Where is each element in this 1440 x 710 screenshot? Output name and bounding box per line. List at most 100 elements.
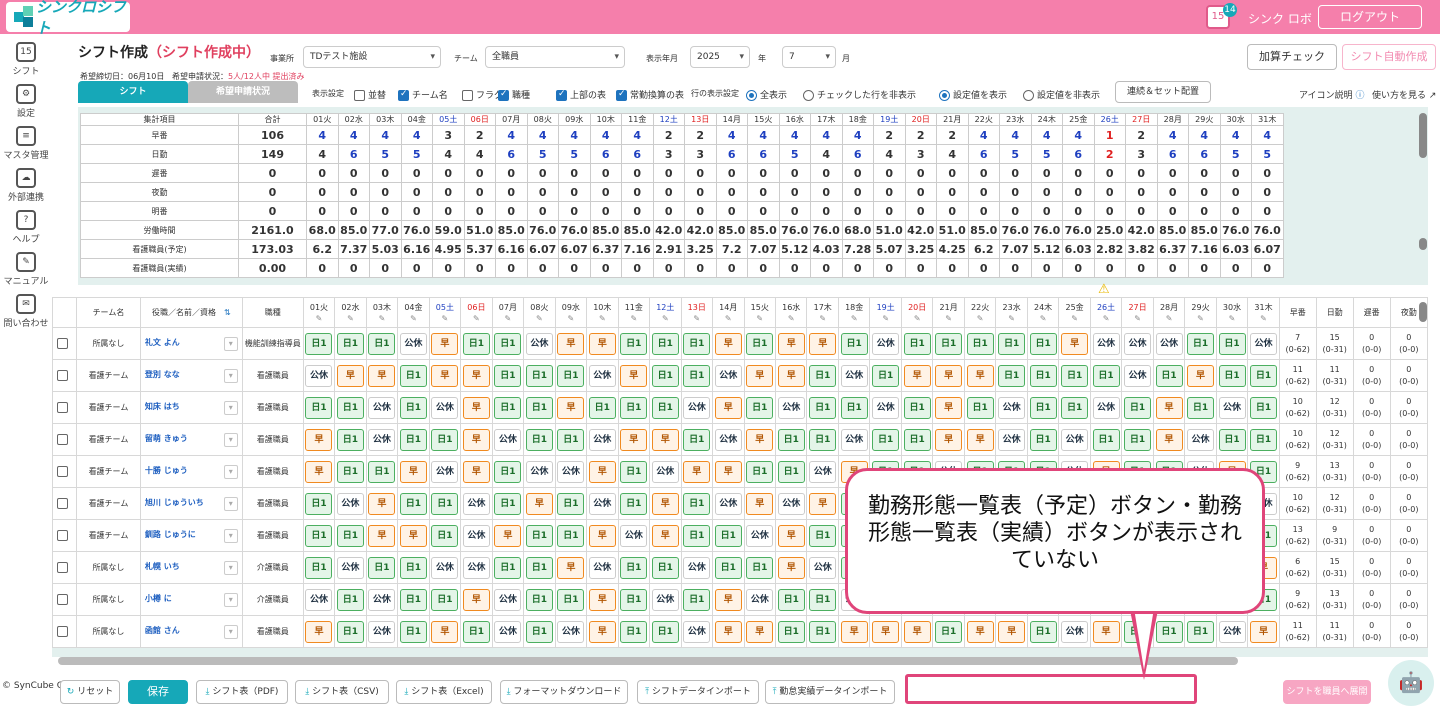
shift-cell[interactable]: 早 <box>806 487 839 520</box>
edit-pencil-icon[interactable]: ✎ <box>756 314 763 323</box>
shift-cell[interactable]: 公休 <box>428 391 462 424</box>
staff-name[interactable]: 知床 はち ▾ <box>139 391 243 424</box>
checkbox-icon[interactable] <box>462 90 473 101</box>
shift-cell[interactable]: 日1 <box>806 583 839 616</box>
edit-pencil-icon[interactable]: ✎ <box>819 314 826 323</box>
shift-cell[interactable]: 日1 <box>617 391 651 424</box>
shift-cell[interactable]: 日1 <box>554 423 588 456</box>
staff-name[interactable]: 函館 さん ▾ <box>139 615 243 648</box>
edit-pencil-icon[interactable]: ✎ <box>1229 314 1236 323</box>
shift-cell[interactable]: 日1 <box>680 583 714 616</box>
shift-cell[interactable]: 日1 <box>712 551 745 584</box>
shift-cell[interactable]: 公休 <box>428 551 462 584</box>
shift-cell[interactable]: 早 <box>397 455 430 488</box>
edit-pencil-icon[interactable]: ✎ <box>442 314 449 323</box>
shift-cell[interactable]: 日1 <box>334 327 367 360</box>
shift-cell[interactable]: 公休 <box>523 327 556 360</box>
shift-cell[interactable]: 日1 <box>491 551 525 584</box>
shift-cell[interactable]: 公休 <box>491 423 525 456</box>
shift-cell[interactable]: 早 <box>837 615 871 648</box>
shift-cell[interactable]: 日1 <box>523 359 556 392</box>
shift-cell[interactable]: 日1 <box>302 391 336 424</box>
edit-pencil-icon[interactable]: ✎ <box>1071 314 1078 323</box>
shift-cell[interactable]: 日1 <box>554 359 588 392</box>
staff-name[interactable]: 留萌 きゅう ▾ <box>139 423 243 456</box>
shift-cell[interactable]: 日1 <box>680 519 714 552</box>
summary-scrollbar[interactable] <box>1419 113 1427 158</box>
row-checkbox[interactable] <box>57 530 69 541</box>
shift-cell[interactable]: 日1 <box>397 551 430 584</box>
shift-cell[interactable]: 早 <box>963 615 997 648</box>
shift-cell[interactable]: 日1 <box>1215 327 1249 360</box>
shift-cell[interactable]: 公休 <box>334 487 367 520</box>
display-option-checkbox[interactable]: 職種 <box>498 88 530 101</box>
shift-cell[interactable]: 早 <box>712 615 745 648</box>
grid-day-header[interactable]: 13日 ✎ <box>680 297 714 328</box>
shift-cell[interactable]: 早 <box>523 487 556 520</box>
grid-day-header[interactable]: 22火 ✎ <box>963 297 997 328</box>
staff-name[interactable]: 釧路 じゅうに ▾ <box>139 519 243 552</box>
shift-cell[interactable]: 早 <box>743 615 776 648</box>
warning-icon[interactable]: ⚠ <box>1098 282 1110 297</box>
shift-cell[interactable]: 公休 <box>586 487 619 520</box>
shift-cell[interactable]: 日1 <box>523 615 556 648</box>
shift-cell[interactable]: 早 <box>554 391 588 424</box>
icon-help-link[interactable]: アイコン説明 ⓘ <box>1299 88 1364 101</box>
shift-cell[interactable]: 早 <box>1058 327 1091 360</box>
grid-day-header[interactable]: 03木 ✎ <box>365 297 399 328</box>
shift-cell[interactable]: 日1 <box>334 391 367 424</box>
shift-cell[interactable]: 日1 <box>1026 423 1060 456</box>
grid-day-header[interactable]: 14月 ✎ <box>712 297 745 328</box>
shift-cell[interactable]: 日1 <box>806 359 839 392</box>
shift-cell[interactable]: 公休 <box>491 583 525 616</box>
shift-cell[interactable]: 日1 <box>365 551 399 584</box>
radio-hide-set[interactable]: 設定値を非表示 <box>1023 88 1100 101</box>
chevron-down-icon[interactable]: ▾ <box>223 592 238 607</box>
shift-import-button[interactable]: ⤒ シフトデータインポート <box>637 680 759 704</box>
edit-pencil-icon[interactable]: ✎ <box>882 314 889 323</box>
shift-cell[interactable]: 早 <box>712 327 745 360</box>
shift-cell[interactable]: 公休 <box>554 455 588 488</box>
edit-pencil-icon[interactable]: ✎ <box>1197 314 1204 323</box>
edit-pencil-icon[interactable]: ✎ <box>599 314 606 323</box>
staff-name[interactable]: 十勝 じゅう ▾ <box>139 455 243 488</box>
shift-cell[interactable]: 早 <box>586 455 619 488</box>
shift-cell[interactable]: 公休 <box>837 359 871 392</box>
shift-cell[interactable]: 日1 <box>900 423 934 456</box>
shift-cell[interactable]: 公休 <box>837 423 871 456</box>
shift-cell[interactable]: 日1 <box>1121 391 1154 424</box>
shift-cell[interactable]: 日1 <box>806 391 839 424</box>
summary-scrollbar-bottom[interactable] <box>1419 238 1427 250</box>
edit-pencil-icon[interactable]: ✎ <box>630 314 637 323</box>
shift-cell[interactable]: 日1 <box>774 423 808 456</box>
edit-pencil-icon[interactable]: ✎ <box>693 314 700 323</box>
grid-day-header[interactable]: 01火 ✎ <box>302 297 336 328</box>
shift-cell[interactable]: 早 <box>397 519 430 552</box>
row-checkbox[interactable] <box>57 498 69 509</box>
app-logo[interactable]: シンクロシフト <box>6 0 130 37</box>
shift-cell[interactable]: 日1 <box>397 359 430 392</box>
shift-cell[interactable]: 日1 <box>1058 359 1091 392</box>
edit-pencil-icon[interactable]: ✎ <box>1103 314 1110 323</box>
shift-cell[interactable]: 日1 <box>1215 359 1249 392</box>
grid-day-header[interactable]: 02水 ✎ <box>334 297 367 328</box>
shift-cell[interactable]: 日1 <box>712 519 745 552</box>
grid-day-header[interactable]: 30水 ✎ <box>1215 297 1249 328</box>
radio-show-all[interactable]: 全表示 <box>746 88 787 101</box>
shift-cell[interactable]: 日1 <box>649 359 682 392</box>
shift-cell[interactable]: 日1 <box>428 519 462 552</box>
sidebar-item-gear[interactable]: ⚙ 設定 <box>0 84 52 119</box>
shift-cell[interactable]: 公休 <box>365 423 399 456</box>
shift-cell[interactable]: 早 <box>365 487 399 520</box>
shift-cell[interactable]: 日1 <box>1215 423 1249 456</box>
chevron-down-icon[interactable]: ▾ <box>223 368 238 383</box>
pdf-button[interactable]: ⤓ シフト表（PDF) <box>196 680 288 704</box>
year-select[interactable]: 2025 <box>690 46 750 68</box>
shift-cell[interactable]: 日1 <box>900 391 934 424</box>
sidebar-item-manual[interactable]: ✎ マニュアル <box>0 252 52 287</box>
grid-day-header[interactable]: 27日 ✎ <box>1121 297 1154 328</box>
shift-cell[interactable]: 公休 <box>460 551 493 584</box>
shift-cell[interactable]: 日1 <box>806 423 839 456</box>
edit-pencil-icon[interactable]: ✎ <box>410 314 417 323</box>
chevron-down-icon[interactable]: ▾ <box>223 432 238 447</box>
